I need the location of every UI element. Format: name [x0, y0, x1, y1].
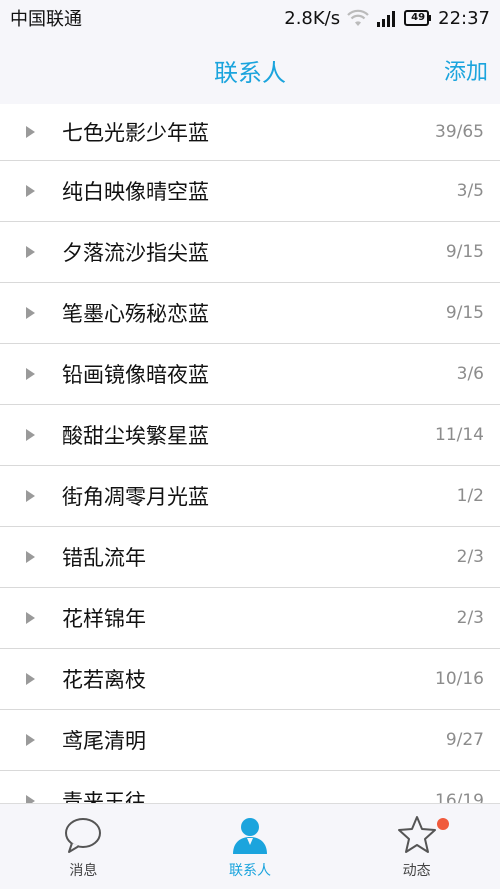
- tab-contacts[interactable]: 联系人: [167, 804, 334, 889]
- contact-group-row[interactable]: 笔墨心殇秘恋蓝 9/15: [0, 283, 500, 344]
- page-title: 联系人: [214, 58, 286, 87]
- add-contact-button[interactable]: 添加: [444, 54, 488, 86]
- expand-arrow-icon: [26, 673, 35, 685]
- contact-group-row[interactable]: 青来王往 16/19: [0, 771, 500, 803]
- expand-arrow-icon: [26, 551, 35, 563]
- contact-person-icon: [233, 817, 267, 854]
- group-online-count: 3/5: [456, 181, 484, 201]
- contact-group-row[interactable]: 夕落流沙指尖蓝 9/15: [0, 222, 500, 283]
- expand-arrow-icon: [26, 185, 35, 197]
- expand-arrow-icon: [26, 307, 35, 319]
- expand-arrow-icon: [26, 734, 35, 746]
- group-online-count: 9/15: [445, 303, 484, 323]
- message-bubble-icon: [65, 817, 102, 853]
- contact-group-row[interactable]: 七色光影少年蓝 39/65: [0, 104, 500, 161]
- tab-label-moments: 动态: [402, 862, 431, 879]
- group-online-count: 1/2: [456, 486, 484, 506]
- group-online-count: 10/16: [435, 669, 484, 689]
- title-bar: 联系人 添加: [0, 36, 500, 104]
- wifi-icon: [346, 9, 370, 27]
- group-name: 错乱流年: [62, 546, 146, 570]
- status-bar: 中国联通 2.8K/s 49 22:37: [0, 0, 500, 36]
- contact-group-row[interactable]: 鸢尾清明 9/27: [0, 710, 500, 771]
- contact-group-row[interactable]: 花若离枝 10/16: [0, 649, 500, 710]
- carrier-name: 中国联通: [10, 9, 82, 30]
- group-online-count: 16/19: [435, 791, 484, 803]
- expand-arrow-icon: [26, 795, 35, 803]
- group-online-count: 2/3: [456, 547, 484, 567]
- signal-strength-icon: [376, 9, 398, 27]
- tab-label-contacts: 联系人: [229, 862, 271, 879]
- expand-arrow-icon: [26, 490, 35, 502]
- expand-arrow-icon: [26, 368, 35, 380]
- group-online-count: 3/6: [456, 364, 484, 384]
- battery-level: 49: [411, 12, 426, 23]
- group-online-count: 9/15: [445, 242, 484, 262]
- contact-group-list[interactable]: 七色光影少年蓝 39/65 纯白映像晴空蓝 3/5 夕落流沙指尖蓝 9/15 笔墨心殇秘恋蓝…: [0, 104, 500, 803]
- bottom-tab-bar: 消息 联系人 动态: [0, 803, 500, 889]
- group-name: 花样锦年: [62, 607, 146, 631]
- battery-icon: 49: [404, 10, 432, 26]
- tab-messages[interactable]: 消息: [0, 804, 167, 889]
- group-name: 酸甜尘埃繁星蓝: [62, 424, 209, 448]
- group-name: 七色光影少年蓝: [62, 121, 209, 145]
- group-name: 笔墨心殇秘恋蓝: [62, 302, 209, 326]
- group-online-count: 9/27: [445, 730, 484, 750]
- star-icon: [397, 815, 436, 853]
- contact-group-row[interactable]: 错乱流年 2/3: [0, 527, 500, 588]
- group-online-count: 39/65: [435, 122, 484, 142]
- group-online-count: 11/14: [435, 425, 484, 445]
- group-name: 夕落流沙指尖蓝: [62, 241, 209, 265]
- contact-group-row[interactable]: 花样锦年 2/3: [0, 588, 500, 649]
- tab-moments[interactable]: 动态: [333, 804, 500, 889]
- group-online-count: 2/3: [456, 608, 484, 628]
- group-name: 纯白映像晴空蓝: [62, 180, 209, 204]
- notification-dot: [437, 818, 450, 830]
- expand-arrow-icon: [26, 246, 35, 258]
- group-name: 青来王往: [62, 790, 146, 803]
- tab-label-messages: 消息: [69, 862, 98, 879]
- group-name: 铅画镜像暗夜蓝: [62, 363, 209, 387]
- group-name: 街角凋零月光蓝: [62, 485, 209, 509]
- contact-group-row[interactable]: 酸甜尘埃繁星蓝 11/14: [0, 405, 500, 466]
- expand-arrow-icon: [26, 126, 35, 138]
- contacts-screen: 中国联通 2.8K/s 49 22:37 联系人 添加 七色光影少年蓝 39/6…: [0, 0, 500, 889]
- contact-group-row[interactable]: 铅画镜像暗夜蓝 3/6: [0, 344, 500, 405]
- group-name: 鸢尾清明: [62, 729, 146, 753]
- contact-group-row[interactable]: 纯白映像晴空蓝 3/5: [0, 161, 500, 222]
- clock: 22:37: [438, 7, 490, 29]
- expand-arrow-icon: [26, 429, 35, 441]
- group-name: 花若离枝: [62, 668, 146, 692]
- network-speed: 2.8K/s: [284, 7, 341, 29]
- expand-arrow-icon: [26, 612, 35, 624]
- status-indicators: 2.8K/s 49 22:37: [284, 8, 490, 29]
- contact-group-row[interactable]: 街角凋零月光蓝 1/2: [0, 466, 500, 527]
